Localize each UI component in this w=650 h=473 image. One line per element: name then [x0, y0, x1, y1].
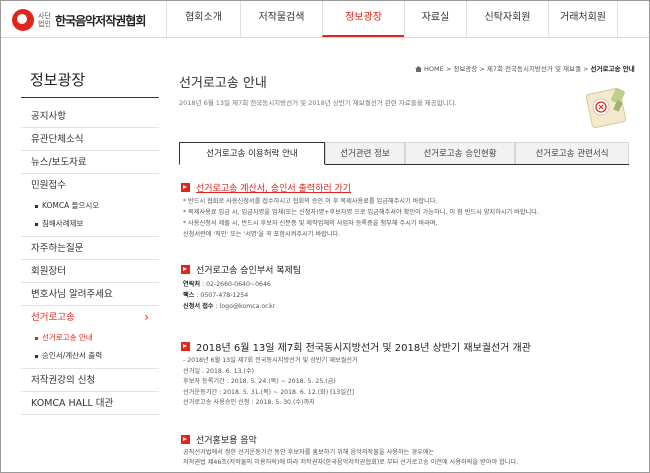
- note-line: * 복제사용료 입금 시, 입금자명을 업체(또는 신청자)명+후보자명 으로 …: [183, 209, 539, 216]
- gnb-search[interactable]: 저작물검색: [240, 1, 322, 37]
- tab-approval-status[interactable]: 선거로고송 승인현황: [405, 142, 515, 164]
- contact-heading: 선거로고송 승인부서 복제팀: [181, 263, 301, 276]
- contact-key: 연락처: [183, 281, 201, 288]
- sidebar-subitem-print[interactable]: 승인서/계산서 출력: [21, 347, 159, 369]
- arrow-marker-icon: [181, 183, 190, 192]
- contact-value[interactable]: : logo@komca.or.kr: [214, 303, 276, 310]
- page-title: 선거로고송 안내: [179, 76, 267, 91]
- note-line: * 사용신청서 제출 시, 반드시 후보자 신분증 및 제작업체의 사업자 등록…: [183, 220, 438, 227]
- global-nav: 협회소개 저작물검색 정보광장 자료실 신탁자회원 거래처회원: [166, 1, 618, 37]
- breadcrumb-election[interactable]: 제7회 전국동시지방선거 및 재보궐: [487, 65, 581, 73]
- note-line: * 반드시 협회로 사용신청서를 접수하시고 협회의 승인 이 후 복제사용료를…: [183, 198, 438, 205]
- gnb-clients[interactable]: 거래처회원: [548, 1, 618, 37]
- music-block: 공직선거법에서 정한 선거운동기간 동안 후보자를 홍보하기 위해 음악저작물을…: [183, 448, 518, 468]
- logo-subtitle: 사단법인: [38, 12, 51, 28]
- breadcrumb-sep: >: [479, 65, 485, 73]
- sidebar-item-complaint[interactable]: 민원접수: [21, 174, 159, 197]
- sidebar-item-partner-news[interactable]: 유관단체소식: [21, 128, 159, 151]
- music-heading: 선거홍보용 음악: [181, 433, 257, 446]
- sidebar-subitem-label: 선거로고송 안내: [42, 333, 93, 342]
- contact-value: : 0507-478-1254: [194, 292, 249, 299]
- print-link[interactable]: 선거로고송 계산서, 승인서 출력하러 가기: [181, 181, 351, 194]
- arrow-marker-icon: [181, 265, 190, 274]
- gnb-about[interactable]: 협회소개: [166, 1, 240, 37]
- sidebar-item-label: 선거로고송: [31, 312, 75, 323]
- election-line: - 2018년 6월 13일 제7회 전국동시지방선거 및 상반기 재보궐선거: [183, 357, 358, 364]
- browser-page: 사단법인 한국음악저작권협회 협회소개 저작물검색 정보광장 자료실 신탁자회원…: [0, 0, 650, 473]
- komca-logo-icon: [12, 9, 34, 31]
- note-line: 신청서란에 '직인' 또는 '서명'을 꼭 포함시켜주시기 바랍니다.: [183, 231, 341, 238]
- contact-email: 신청서 접수 : logo@komca.or.kr: [183, 301, 275, 312]
- contact-phone: 연락처 : 02-2660-0640~0646: [183, 279, 275, 290]
- contact-key: 신청서 접수: [183, 303, 214, 310]
- music-line: 저작권법 제46조(저작물의 이용허락)에 따라 저작권자(한국음악저작권협회)…: [183, 459, 519, 466]
- election-line: 선거운동기간 : 2018. 5. 31.(목) ~ 2018. 6. 12.(…: [183, 388, 355, 396]
- tab-forms[interactable]: 선거로고송 관련서식: [515, 142, 629, 164]
- contact-block: 연락처 : 02-2660-0640~0646 팩스 : 0507-478-12…: [183, 279, 275, 312]
- chevron-right-icon: ›: [144, 310, 149, 324]
- sidebar-item-lawyer[interactable]: 변호사님 알려주세요: [21, 283, 159, 306]
- site-logo[interactable]: 사단법인 한국음악저작권협회: [12, 9, 146, 31]
- music-heading-label: 선거홍보용 음악: [196, 436, 257, 446]
- sidebar-divider: [21, 97, 159, 98]
- home-icon: [415, 66, 422, 72]
- arrow-marker-icon: [181, 435, 190, 444]
- sidebar-item-logo-song[interactable]: 선거로고송 ›: [21, 306, 159, 329]
- sidebar-item-notice[interactable]: 공지사항: [21, 105, 159, 128]
- sidebar-subitem-listen[interactable]: KOMCA 들으시오: [21, 197, 159, 215]
- gnb-info[interactable]: 정보광장: [322, 1, 404, 37]
- election-line: 선거일 : 2018. 6. 13.(수): [183, 367, 255, 375]
- sidebar-subitem-label: 승인서/계산서 출력: [42, 351, 103, 360]
- contact-value: : 02-2660-0640~0646: [200, 281, 271, 288]
- breadcrumb-current: 선거로고송 안내: [590, 65, 635, 73]
- tab-election-info[interactable]: 선거관련 정보: [325, 142, 405, 164]
- tab-license-guide[interactable]: 선거로고송 이용허락 안내: [179, 142, 325, 165]
- sidebar-subitem-label: 침해사례제보: [42, 219, 84, 228]
- bullet-icon: [35, 354, 38, 358]
- election-heading: 2018년 6월 13일 제7회 전국동시지방선거 및 2018년 상반기 재보…: [181, 339, 531, 354]
- gnb-archive[interactable]: 자료실: [404, 1, 466, 37]
- gnb-members[interactable]: 신탁자회원: [466, 1, 548, 37]
- contact-key: 팩스: [183, 292, 195, 299]
- sidebar-item-faq[interactable]: 자주하는질문: [21, 237, 159, 260]
- election-heading-label: 2018년 6월 13일 제7회 전국동시지방선거 및 2018년 상반기 재보…: [196, 343, 531, 354]
- arrow-marker-icon: [181, 342, 190, 351]
- notes-block: * 반드시 협회로 사용신청서를 접수하시고 협회의 승인 이 후 복제사용료를…: [183, 196, 539, 240]
- bullet-icon: [35, 204, 38, 208]
- logo-name: 한국음악저작권협회: [55, 13, 146, 28]
- sidebar-item-hall[interactable]: KOMCA HALL 대관: [21, 392, 159, 415]
- print-link-label: 선거로고송 계산서, 승인서 출력하러 가기: [196, 184, 352, 194]
- contact-fax: 팩스 : 0507-478-1254: [183, 290, 275, 301]
- breadcrumb-sep: >: [583, 65, 589, 73]
- sidebar-menu: 공지사항 유관단체소식 뉴스/보도자료 민원접수 KOMCA 들으시오 침해사례…: [21, 105, 159, 415]
- breadcrumb: HOME > 정보광장 > 제7회 전국동시지방선거 및 재보궐 > 선거로고송…: [415, 63, 635, 73]
- sidebar-item-market[interactable]: 회원장터: [21, 260, 159, 283]
- sidebar-item-lecture[interactable]: 저작권강의 신청: [21, 369, 159, 392]
- breadcrumb-sep: >: [445, 65, 452, 73]
- content-tabs: 선거로고송 이용허락 안내 선거관련 정보 선거로고송 승인현황 선거로고송 관…: [179, 142, 629, 165]
- sidebar-subitem-label: KOMCA 들으시오: [42, 201, 100, 210]
- sidebar-title: 정보광장: [30, 71, 86, 89]
- election-block: - 2018년 6월 13일 제7회 전국동시지방선거 및 상반기 재보궐선거 …: [183, 356, 358, 409]
- sidebar-subitem-report[interactable]: 침해사례제보: [21, 215, 159, 237]
- breadcrumb-info[interactable]: 정보광장: [453, 65, 477, 73]
- breadcrumb-home[interactable]: HOME: [424, 65, 444, 73]
- ballot-stamp-icon: [585, 87, 627, 129]
- music-line: 공직선거법에서 정한 선거운동기간 동안 후보자를 홍보하기 위해 음악저작물을…: [183, 449, 435, 456]
- bullet-icon: [35, 222, 38, 226]
- site-header: 사단법인 한국음악저작권협회 협회소개 저작물검색 정보광장 자료실 신탁자회원…: [1, 1, 649, 38]
- bullet-icon: [35, 336, 38, 340]
- page-description: 2018년 6월 13일 제7회 전국동시지방선거 및 2018년 상반기 재보…: [179, 99, 457, 107]
- contact-heading-label: 선거로고송 승인부서 복제팀: [196, 266, 302, 276]
- election-line: 후보자 등록기간 : 2018. 5. 24.(목) ~ 2018. 5. 25…: [183, 378, 336, 385]
- sidebar-item-press[interactable]: 뉴스/보도자료: [21, 151, 159, 174]
- sidebar-subitem-logo-guide[interactable]: 선거로고송 안내: [21, 329, 159, 347]
- election-line: 선거로고송 사용승인 신청 : 2018. 5. 30.(수)까지: [183, 399, 315, 406]
